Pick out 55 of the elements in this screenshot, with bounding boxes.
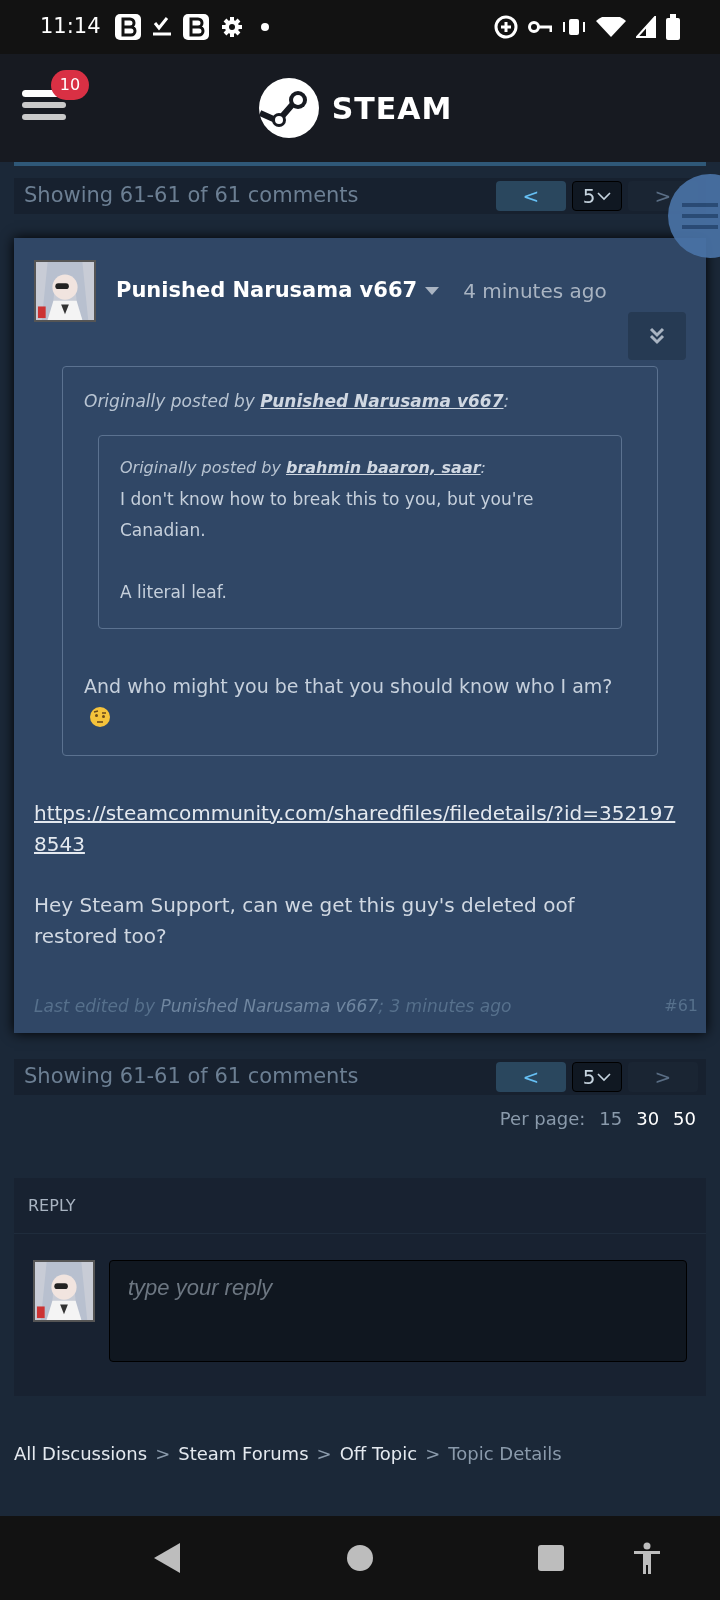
chevron-down-icon bbox=[597, 191, 612, 201]
breadcrumb-link[interactable]: Off Topic bbox=[339, 1440, 418, 1467]
quote-attribution: Originally posted by Punished Narusama v667: bbox=[84, 390, 511, 413]
page-dropdown[interactable]: 5 bbox=[572, 181, 622, 211]
author-name[interactable]: Punished Narusama v667 bbox=[116, 275, 418, 307]
notification-badge: 10 bbox=[51, 70, 89, 100]
battery-icon bbox=[666, 14, 680, 40]
back-icon[interactable] bbox=[154, 1543, 180, 1573]
previous-page-button[interactable]: < bbox=[496, 1062, 566, 1092]
breadcrumb-separator: > bbox=[155, 1442, 171, 1466]
comment-count: Showing 61-61 of 61 comments bbox=[24, 182, 360, 210]
shared-file-link[interactable]: https://steamcommunity.com/sharedfiles/filedetails/?id=3521978543 bbox=[34, 797, 686, 860]
breadcrumb-link[interactable]: Topic Details bbox=[448, 1440, 562, 1467]
chevron-down-icon bbox=[597, 1072, 612, 1082]
steam-logo-icon bbox=[257, 77, 320, 139]
per-page-option[interactable]: 50 bbox=[673, 1105, 696, 1132]
steam-wordmark: STEAM bbox=[331, 89, 453, 128]
per-page-option[interactable]: 15 bbox=[599, 1105, 623, 1132]
reply-heading: REPLY bbox=[14, 1178, 706, 1234]
breadcrumb-link[interactable]: All Discussions bbox=[14, 1440, 148, 1467]
data-saver-icon bbox=[494, 15, 518, 39]
breadcrumb-link[interactable]: Steam Forums bbox=[178, 1440, 309, 1467]
per-page-option[interactable]: 30 bbox=[636, 1105, 660, 1132]
signal-icon bbox=[636, 16, 656, 38]
checkmark-icon bbox=[152, 17, 171, 37]
menu-icon bbox=[682, 201, 718, 231]
previous-page-button[interactable]: < bbox=[496, 181, 566, 211]
comment-text: Hey Steam Support, can we get this guy's deleted oof restored too? bbox=[34, 891, 576, 950]
comment-count: Showing 61-61 of 61 comments bbox=[24, 1063, 360, 1091]
wifi-icon bbox=[596, 17, 626, 37]
collapse-button[interactable] bbox=[628, 312, 686, 360]
home-icon[interactable] bbox=[347, 1545, 373, 1571]
reply-input[interactable]: type your reply bbox=[109, 1260, 687, 1362]
clock: 11:14 bbox=[40, 13, 101, 41]
raised-eyebrow-emoji-icon bbox=[90, 706, 110, 727]
post-time: 4 minutes ago bbox=[463, 278, 607, 305]
caret-down-icon[interactable] bbox=[425, 287, 440, 295]
vibrate-icon bbox=[562, 17, 586, 37]
breadcrumb-separator: > bbox=[316, 1442, 332, 1466]
per-page-label: Per page: bbox=[499, 1107, 586, 1131]
quote-text: A literal leaf. bbox=[120, 580, 228, 604]
reply-text: And who might you be that you should know who I am? bbox=[84, 674, 613, 697]
dot-icon bbox=[260, 23, 269, 31]
avatar[interactable] bbox=[34, 260, 96, 322]
double-chevron-down-icon bbox=[649, 327, 665, 345]
quote-text: I don't know how to break this to you, but you're Canadian. bbox=[120, 487, 535, 542]
app-notification-icon bbox=[182, 14, 209, 40]
page-dropdown[interactable]: 5 bbox=[572, 1062, 622, 1092]
avatar[interactable] bbox=[33, 1260, 95, 1322]
accessibility-icon[interactable] bbox=[633, 1542, 661, 1574]
breadcrumb-separator: > bbox=[425, 1442, 441, 1466]
settings-icon bbox=[220, 16, 243, 38]
app-notification-icon bbox=[114, 14, 141, 40]
key-icon bbox=[528, 20, 552, 34]
quote-attribution: Originally posted by brahmin baaron, saar: bbox=[120, 456, 487, 479]
